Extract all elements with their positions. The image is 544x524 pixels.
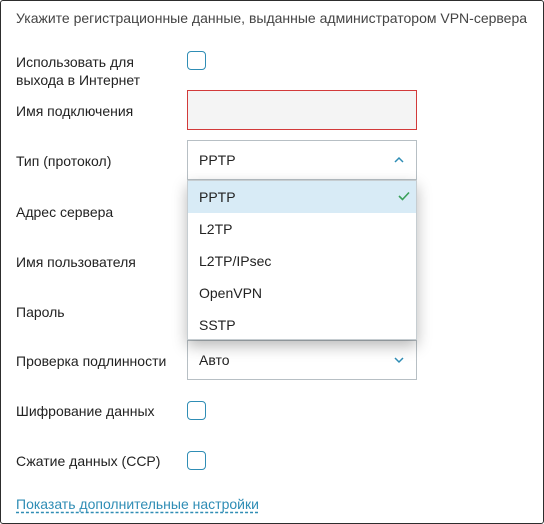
checkmark-icon [398,191,410,201]
connection-name-input[interactable] [187,90,417,130]
compression-checkbox[interactable] [187,451,206,470]
compression-label: Сжатие данных (CCP) [16,453,161,469]
use-for-internet-label-line1: Использовать для [16,54,134,70]
encryption-checkbox[interactable] [187,401,206,420]
protocol-option-l2tp[interactable]: L2TP [188,213,416,245]
protocol-dropdown: PPTP L2TP L2TP/IPsec OpenVPN SSTP [187,180,417,340]
protocol-select-value: PPTP [199,152,236,168]
auth-check-label: Проверка подлинности [16,353,167,369]
protocol-option-sstp[interactable]: SSTP [188,309,416,341]
username-label: Имя пользователя [16,254,136,270]
protocol-option-label: PPTP [199,189,236,205]
protocol-label: Тип (протокол) [16,153,112,169]
vpn-settings-panel: Укажите регистрационные данные, выданные… [0,0,544,524]
connection-name-label: Имя подключения [16,103,134,119]
show-more-settings-link[interactable]: Показать дополнительные настройки [16,496,259,512]
protocol-option-label: OpenVPN [199,285,263,301]
password-label: Пароль [16,304,65,320]
auth-check-select[interactable]: Авто [187,340,417,380]
protocol-select[interactable]: PPTP [187,140,417,180]
protocol-option-label: SSTP [199,317,236,333]
use-for-internet-checkbox[interactable] [187,51,206,70]
protocol-option-openvpn[interactable]: OpenVPN [188,277,416,309]
server-address-label: Адрес сервера [16,204,114,220]
chevron-up-icon [394,156,404,163]
protocol-option-pptp[interactable]: PPTP [188,181,416,213]
protocol-option-label: L2TP [199,221,233,237]
use-for-internet-label-line2: выхода в Интернет [16,72,141,88]
instructions-header: Укажите регистрационные данные, выданные… [16,10,528,26]
encryption-label: Шифрование данных [16,403,155,419]
chevron-down-icon [394,357,404,364]
use-for-internet-label: Использовать для выхода в Интернет [16,53,140,89]
auth-check-value: Авто [199,352,230,368]
protocol-option-l2tp-ipsec[interactable]: L2TP/IPsec [188,245,416,277]
protocol-option-label: L2TP/IPsec [199,253,272,269]
